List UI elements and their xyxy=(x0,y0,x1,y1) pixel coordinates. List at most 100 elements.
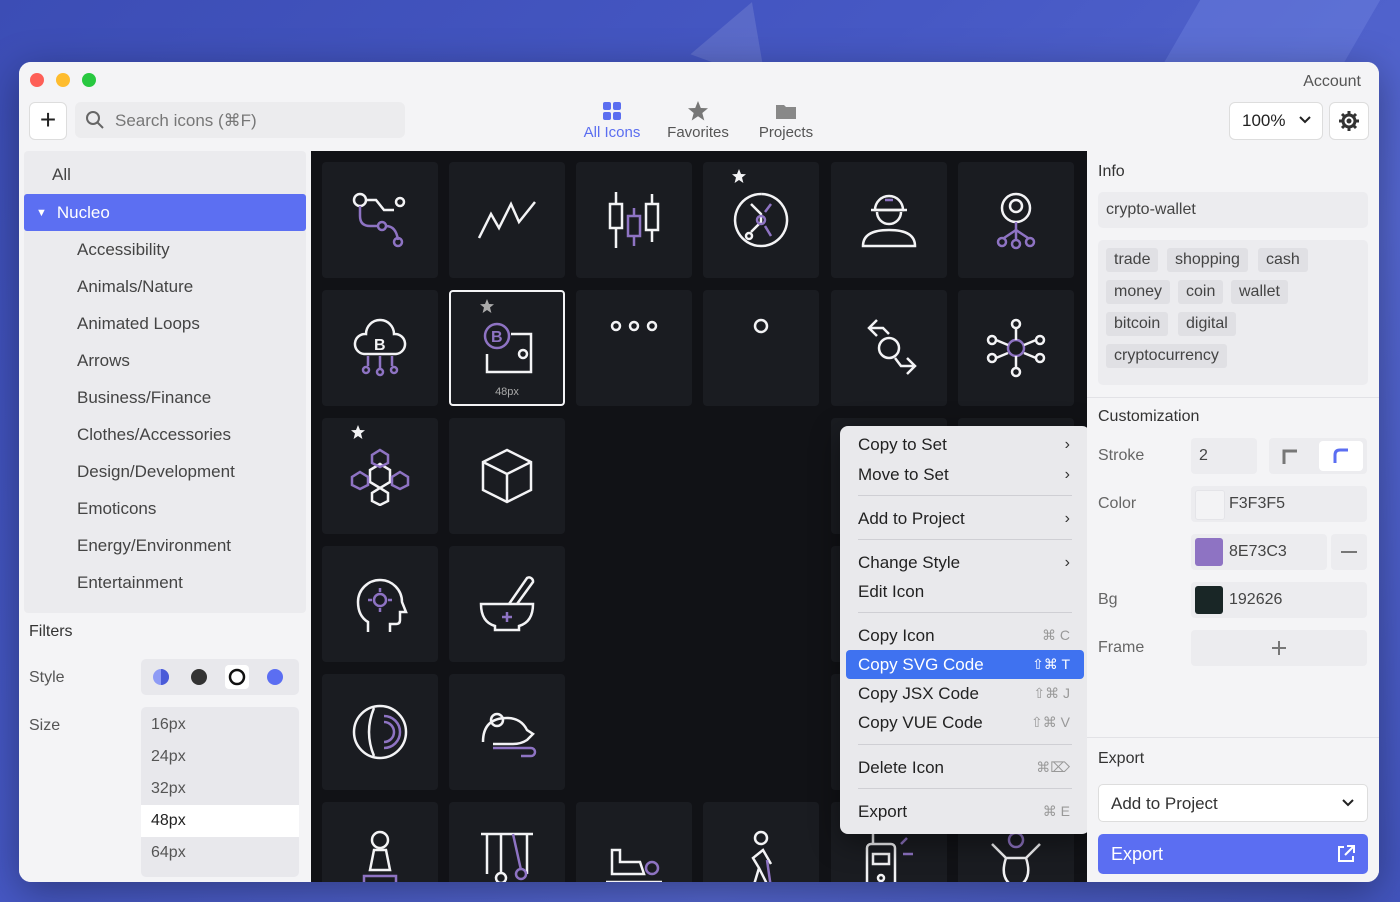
icon-tile[interactable] xyxy=(322,162,438,278)
icon-name-field[interactable]: crypto-wallet xyxy=(1098,192,1368,228)
add-button[interactable]: + xyxy=(29,102,67,140)
chevron-right-icon: › xyxy=(1064,510,1070,527)
menu-item-copy-to-set[interactable]: Copy to Set › xyxy=(846,430,1084,459)
icon-tile[interactable] xyxy=(449,674,565,790)
color-swatch[interactable] xyxy=(1195,586,1223,614)
sidebar-item-entertainment[interactable]: Entertainment xyxy=(24,564,306,601)
color-swatch[interactable] xyxy=(1195,538,1223,566)
round-corner-option[interactable] xyxy=(1319,441,1363,471)
icon-tile[interactable]: B xyxy=(322,290,438,406)
menu-item-copy-vue-code[interactable]: Copy VUE Code ⇧⌘ V xyxy=(846,708,1084,737)
maximize-window-button[interactable] xyxy=(82,73,96,87)
color-field-secondary[interactable]: 8E73C3 xyxy=(1191,534,1327,570)
favorite-star-icon[interactable] xyxy=(731,168,747,184)
bathtub-icon xyxy=(606,848,662,882)
size-option[interactable]: 16px xyxy=(141,709,299,741)
icon-tile[interactable] xyxy=(831,162,947,278)
menu-item-copy-icon[interactable]: Copy Icon ⌘ C xyxy=(846,621,1084,650)
menu-item-copy-jsx-code[interactable]: Copy JSX Code ⇧⌘ J xyxy=(846,679,1084,708)
walking-person-icon xyxy=(751,830,773,882)
stroke-input[interactable]: 2 xyxy=(1191,438,1257,474)
settings-button[interactable] xyxy=(1329,102,1369,140)
engineer-icon xyxy=(861,194,917,248)
menu-item-add-to-project[interactable]: Add to Project › xyxy=(846,504,1084,533)
icon-tile[interactable] xyxy=(322,546,438,662)
icon-tile[interactable] xyxy=(958,162,1074,278)
filters-heading: Filters xyxy=(29,623,73,640)
style-solid-icon[interactable] xyxy=(187,665,211,689)
sidebar-item-clothes-accessories[interactable]: Clothes/Accessories xyxy=(24,416,306,453)
icon-tile[interactable] xyxy=(831,290,947,406)
remove-color-button[interactable] xyxy=(1331,534,1367,570)
menu-item-copy-svg-code[interactable]: Copy SVG Code ⇧⌘ T xyxy=(846,650,1084,679)
menu-item-export[interactable]: Export ⌘ E xyxy=(846,797,1084,826)
tab-projects[interactable]: Projects xyxy=(752,100,820,141)
icon-tile[interactable] xyxy=(449,418,565,534)
size-option[interactable]: 24px xyxy=(141,741,299,773)
style-color-icon[interactable] xyxy=(263,665,287,689)
tag[interactable]: coin xyxy=(1178,280,1224,304)
icon-tile[interactable] xyxy=(322,802,438,882)
menu-item-change-style[interactable]: Change Style › xyxy=(846,548,1084,577)
sidebar-item-energy-environment[interactable]: Energy/Environment xyxy=(24,527,306,564)
tag[interactable]: shopping xyxy=(1167,248,1248,272)
square-corner-icon[interactable] xyxy=(1281,448,1299,466)
sidebar-item-business-finance[interactable]: Business/Finance xyxy=(24,379,306,416)
icon-tile-selected[interactable]: B 48px xyxy=(449,290,565,406)
icon-tile[interactable] xyxy=(449,162,565,278)
zoom-select[interactable]: 100% xyxy=(1229,102,1323,140)
icon-tile[interactable] xyxy=(703,162,819,278)
sidebar-item-accessibility[interactable]: Accessibility xyxy=(24,231,306,268)
size-option-selected[interactable]: 48px xyxy=(141,805,299,837)
style-outline-icon[interactable] xyxy=(225,665,249,689)
sidebar-item-arrows[interactable]: Arrows xyxy=(24,342,306,379)
color-field-primary[interactable]: F3F3F5 xyxy=(1191,486,1367,522)
tag[interactable]: trade xyxy=(1106,248,1159,272)
minimize-window-button[interactable] xyxy=(56,73,70,87)
icon-tile[interactable] xyxy=(576,802,692,882)
export-target-select[interactable]: Add to Project xyxy=(1098,784,1368,822)
menu-item-delete-icon[interactable]: Delete Icon ⌘⌦ xyxy=(846,753,1084,782)
sidebar-item-design-development[interactable]: Design/Development xyxy=(24,453,306,490)
search-input[interactable] xyxy=(113,108,397,134)
icon-tile[interactable] xyxy=(703,290,819,406)
add-frame-button[interactable] xyxy=(1191,630,1367,666)
icon-tile[interactable] xyxy=(958,290,1074,406)
baby-icon xyxy=(991,831,1041,882)
color-swatch[interactable] xyxy=(1195,490,1225,520)
icon-tile[interactable] xyxy=(322,418,438,534)
menu-item-label: Edit Icon xyxy=(858,582,925,601)
tag[interactable]: cash xyxy=(1258,248,1308,272)
menu-item-move-to-set[interactable]: Move to Set › xyxy=(846,460,1084,489)
tab-all-icons[interactable]: All Icons xyxy=(577,100,647,141)
icon-tile[interactable] xyxy=(449,546,565,662)
sidebar-item-animals-nature[interactable]: Animals/Nature xyxy=(24,268,306,305)
tab-favorites[interactable]: Favorites xyxy=(662,100,734,141)
icon-tile[interactable] xyxy=(576,162,692,278)
sidebar-item-animated-loops[interactable]: Animated Loops xyxy=(24,305,306,342)
menu-item-edit-icon[interactable]: Edit Icon xyxy=(846,577,1084,606)
sidebar-item-nucleo[interactable]: ▼ Nucleo xyxy=(24,194,306,231)
export-button[interactable]: Export xyxy=(1098,834,1368,874)
icon-tile[interactable] xyxy=(322,674,438,790)
icon-tile[interactable] xyxy=(576,290,692,406)
account-link[interactable]: Account xyxy=(1303,73,1361,91)
icon-tile[interactable] xyxy=(703,802,819,882)
sidebar-item-all[interactable]: All xyxy=(52,156,334,193)
sidebar-item-emoticons[interactable]: Emoticons xyxy=(24,490,306,527)
favorite-star-icon[interactable] xyxy=(479,298,495,314)
icon-tile[interactable] xyxy=(449,802,565,882)
chevron-down-icon xyxy=(1299,116,1311,124)
style-duotone-icon[interactable] xyxy=(149,665,173,689)
size-option[interactable]: 64px xyxy=(141,837,299,869)
tag[interactable]: money xyxy=(1106,280,1171,304)
size-option[interactable]: 32px xyxy=(141,773,299,805)
tag[interactable]: bitcoin xyxy=(1106,312,1169,336)
tag[interactable]: digital xyxy=(1178,312,1236,336)
close-window-button[interactable] xyxy=(30,73,44,87)
tag[interactable]: wallet xyxy=(1231,280,1288,304)
bg-color-field[interactable]: 192626 xyxy=(1191,582,1367,618)
search-bar[interactable] xyxy=(75,102,405,138)
tag[interactable]: cryptocurrency xyxy=(1106,344,1227,368)
favorite-star-icon[interactable] xyxy=(350,424,366,440)
